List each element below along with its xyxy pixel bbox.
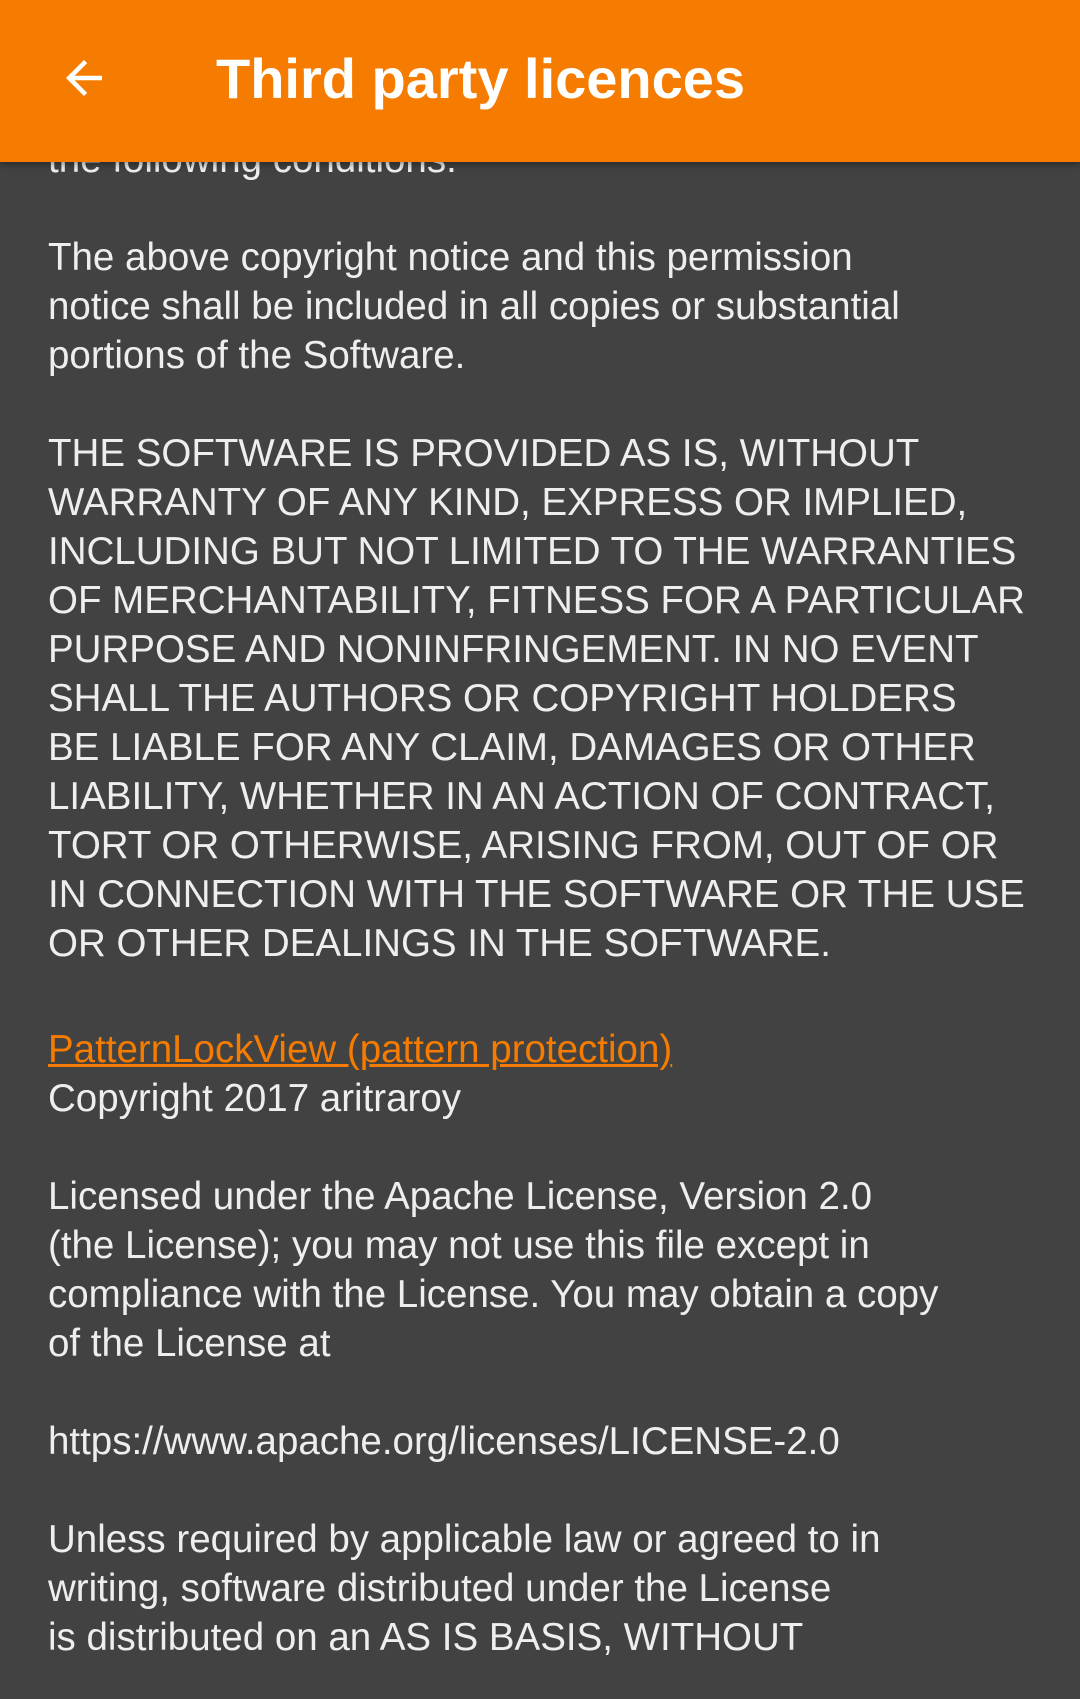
page-title: Third party licences: [216, 47, 746, 110]
text-line: PURPOSE AND NONINFRINGEMENT. IN NO EVENT: [48, 628, 979, 671]
text-line: IN CONNECTION WITH THE SOFTWARE OR THE U…: [48, 873, 1025, 916]
arrow-back-icon: [66, 60, 102, 96]
text-line: TORT OR OTHERWISE, ARISING FROM, OUT OF …: [48, 824, 999, 867]
text-line: OF MERCHANTABILITY, FITNESS FOR A PARTIC…: [48, 579, 1025, 622]
license-terms-paragraph: Unless required by applicable law or agr…: [48, 1515, 1048, 1662]
text-line: WARRANTY OF ANY KIND, EXPRESS OR IMPLIED…: [48, 481, 968, 524]
back-button[interactable]: [42, 36, 126, 120]
library-entry: PatternLockView (pattern protection) Cop…: [48, 1025, 1048, 1662]
text-line: compliance with the License. You may obt…: [48, 1273, 939, 1316]
mit-notice-paragraph: The above copyright notice and this perm…: [48, 233, 1048, 380]
text-line: INCLUDING BUT NOT LIMITED TO THE WARRANT…: [48, 530, 1017, 573]
app-toolbar: Third party licences: [0, 0, 1080, 162]
license-url: https://www.apache.org/licenses/LICENSE-…: [48, 1420, 840, 1463]
license-intro-paragraph: Licensed under the Apache License, Versi…: [48, 1172, 1048, 1368]
text-line: portions of the Software.: [48, 334, 466, 377]
text-line: writing, software distributed under the …: [48, 1567, 832, 1610]
text-line: Unless required by applicable law or agr…: [48, 1518, 881, 1561]
text-line: (the License); you may not use this file…: [48, 1224, 870, 1267]
text-line: of the License at: [48, 1322, 331, 1365]
library-link[interactable]: PatternLockView (pattern protection): [48, 1025, 672, 1074]
text-line: SHALL THE AUTHORS OR COPYRIGHT HOLDERS: [48, 677, 957, 720]
licence-text-block: the following conditions: The above copy…: [48, 162, 1048, 1662]
text-line: Licensed under the Apache License, Versi…: [48, 1175, 873, 1218]
mit-intro-tail: the following conditions:: [48, 162, 1048, 184]
text-line: is distributed on an AS IS BASIS, WITHOU…: [48, 1616, 804, 1659]
text-line: BE LIABLE FOR ANY CLAIM, DAMAGES OR OTHE…: [48, 726, 976, 769]
licences-screen: Third party licences the following condi…: [0, 0, 1080, 1699]
text-line: LIABILITY, WHETHER IN AN ACTION OF CONTR…: [48, 775, 995, 818]
mit-disclaimer-paragraph: THE SOFTWARE IS PROVIDED AS IS, WITHOUT …: [48, 429, 1048, 968]
text-line: The above copyright notice and this perm…: [48, 236, 853, 279]
library-copyright: Copyright 2017 aritraroy: [48, 1077, 462, 1120]
licence-scroll-area[interactable]: the following conditions: The above copy…: [0, 162, 1080, 1699]
text-line: notice shall be included in all copies o…: [48, 285, 900, 328]
text-line: OR OTHER DEALINGS IN THE SOFTWARE.: [48, 922, 831, 965]
text-line: THE SOFTWARE IS PROVIDED AS IS, WITHOUT: [48, 432, 920, 475]
